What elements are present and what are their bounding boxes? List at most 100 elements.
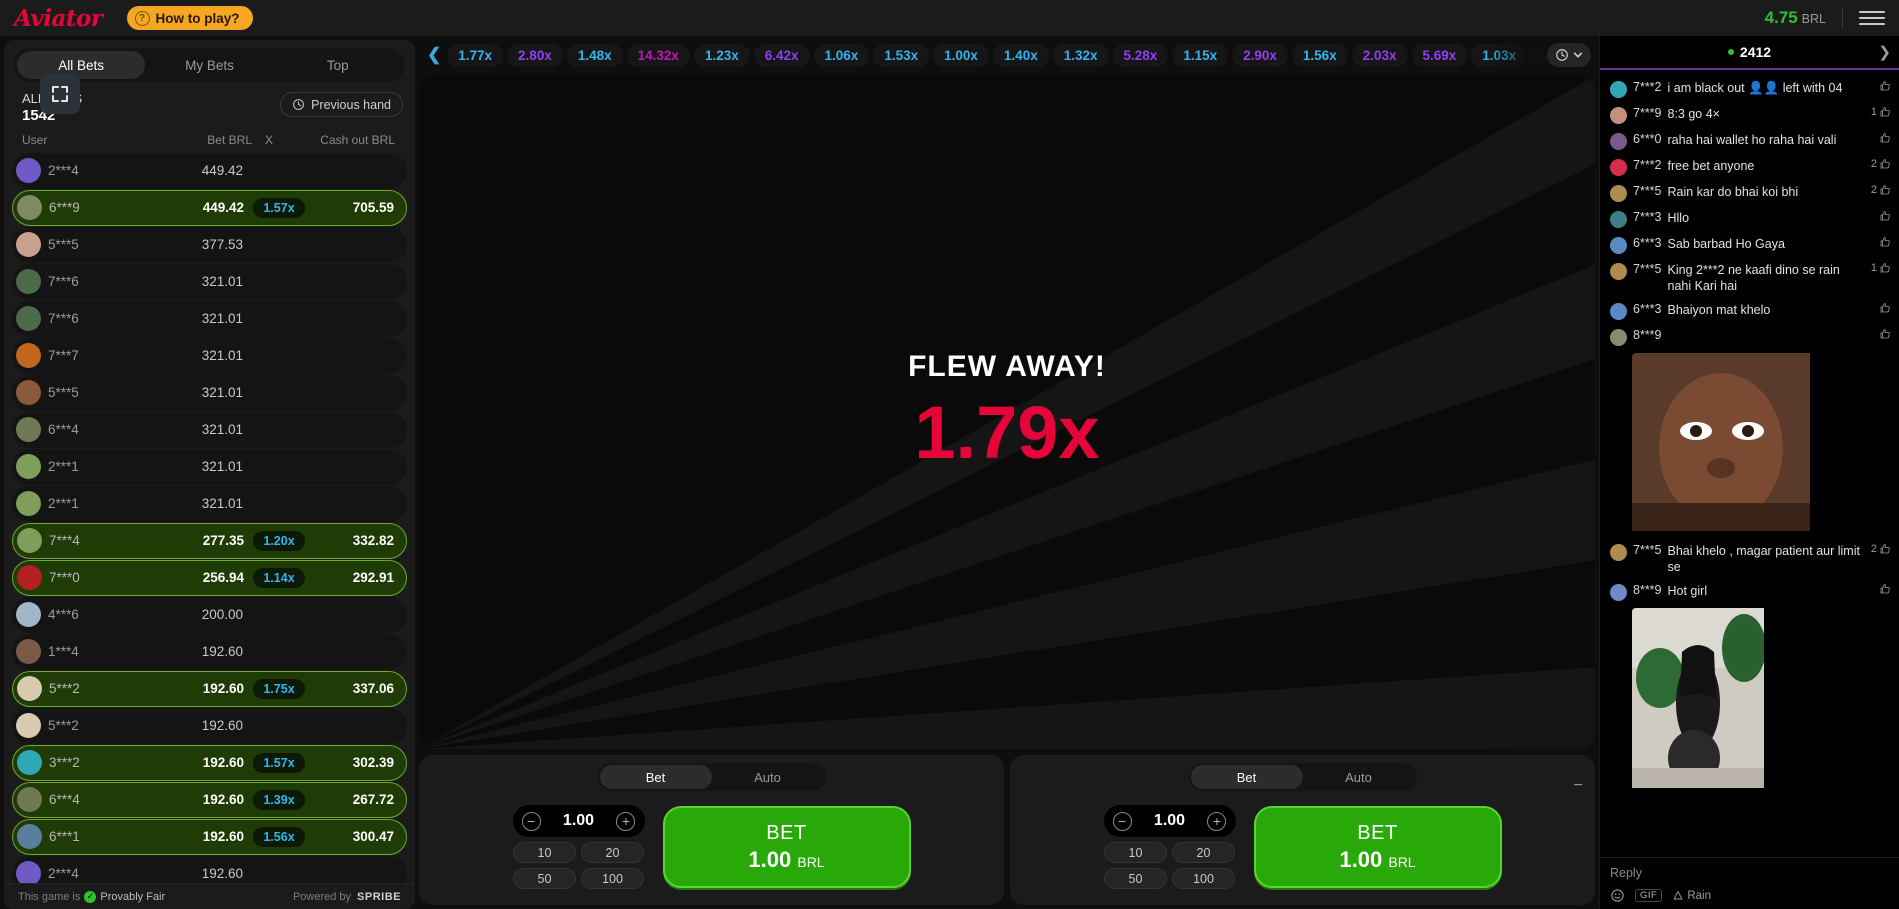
multiplier-pill[interactable]: 14.32x [626,43,690,67]
chevron-left-icon[interactable]: ❮ [427,45,441,65]
bet-panel-2-tab-auto[interactable]: Auto [1303,765,1415,789]
bet-row[interactable]: 1***4 192.60 [12,634,407,670]
quick-amount-20[interactable]: 20 [1172,842,1235,863]
like-button[interactable]: 2 [1871,543,1891,555]
multiplier-pill[interactable]: 1.56x [1291,43,1348,67]
bet-panel-2-body: − 1.00 + 10 20 50 100 BET 1.00 BRL [1103,805,1502,889]
multiplier-pill[interactable]: 5.28x [1112,43,1169,67]
minimize-icon[interactable]: − [1574,777,1583,795]
bet-row[interactable]: 2***1 321.01 [12,486,407,522]
quick-amount-20[interactable]: 20 [581,842,644,863]
provably-fair-link[interactable]: ✓ Provably Fair [84,890,165,903]
thumbs-up-icon [1880,159,1890,169]
chat-message: 6***3 Sab barbad Ho Gaya [1604,232,1895,258]
hamburger-icon[interactable] [1859,11,1885,25]
bet-row[interactable]: 7***6 321.01 [12,264,407,300]
plus-circle-icon[interactable]: + [616,811,636,831]
chat-message-line: 7***5 Bhai khelo , magar patient aur limi… [1604,539,1895,579]
bet-row[interactable]: 3***2 192.60 1.57x 302.39 [12,745,407,781]
bet-panel-1-tab-auto[interactable]: Auto [712,765,824,789]
bet-row[interactable]: 5***5 321.01 [12,375,407,411]
multiplier-pill[interactable]: 2.03x [1351,43,1408,67]
multiplier-pill[interactable]: 2.80x [507,43,563,67]
plus-circle-icon[interactable]: + [1207,811,1227,831]
bet-row[interactable]: 2***4 192.60 [12,856,407,883]
bet-row-amount: 321.01 [201,422,243,438]
minus-circle-icon[interactable]: − [521,811,541,831]
multiplier-pill[interactable]: 1.00x [933,43,989,67]
bet-row[interactable]: 2***1 321.01 [12,449,407,485]
quick-amount-10[interactable]: 10 [1104,842,1167,863]
previous-hand-button[interactable]: Previous hand [280,92,403,117]
like-button[interactable] [1877,583,1891,595]
like-button[interactable] [1877,302,1891,314]
multiplier-pill[interactable]: 6.42x [753,43,810,67]
like-button[interactable]: 2 [1871,184,1891,196]
bet-row[interactable]: 7***6 321.01 [12,301,407,337]
like-button[interactable] [1877,80,1891,92]
quick-amount-100[interactable]: 100 [1172,868,1235,889]
bet-panel-2-bet-button[interactable]: BET 1.00 BRL [1253,806,1502,888]
minus-circle-icon[interactable]: − [1112,811,1132,831]
gif-button[interactable]: GIF [1635,889,1663,902]
bet-panel-1-amount[interactable]: 1.00 [563,812,594,830]
tab-top[interactable]: Top [274,51,402,79]
how-to-play-button[interactable]: ? How to play? [126,6,253,30]
bet-row[interactable]: 2***4 449.42 [12,153,407,189]
like-button[interactable] [1877,328,1891,340]
like-button[interactable]: 1 [1871,106,1891,118]
multiplier-pill[interactable]: 1.77x [447,43,504,67]
bet-row[interactable]: 7***7 321.01 [12,338,407,374]
bet-row[interactable]: 6***4 192.60 1.39x 267.72 [12,782,407,818]
chat-messages[interactable]: 7***2 i am black out 👤👤 left with 04 7***9… [1600,70,1899,857]
tab-all-bets[interactable]: All Bets [17,51,146,79]
bet-row[interactable]: 5***2 192.60 [12,708,407,744]
like-button[interactable]: 1 [1871,262,1891,274]
multiplier-pill[interactable]: 5.69x [1411,43,1468,67]
multiplier-pill[interactable]: 1.48x [566,43,623,67]
chat-message-text: i am black out 👤👤 left with 04 [1667,81,1843,95]
bet-row[interactable]: 7***0 256.94 1.14x 292.91 [12,560,407,596]
bet-row-user: 7***4 [49,533,80,549]
avatar [1610,107,1627,124]
bet-row[interactable]: 6***4 321.01 [12,412,407,448]
tab-my-bets[interactable]: My Bets [145,51,273,79]
bet-row[interactable]: 5***2 192.60 1.75x 337.06 [12,671,407,707]
multiplier-pill[interactable]: 1.23x [693,43,750,67]
bet-panel-2-amount[interactable]: 1.00 [1154,812,1185,830]
chat-message-line: 7***3 Hllo [1604,206,1895,232]
quick-amount-50[interactable]: 50 [513,868,576,889]
avatar [1610,81,1627,98]
reply-label[interactable]: Reply [1610,866,1889,880]
bet-row[interactable]: 6***1 192.60 1.56x 300.47 [12,819,407,855]
like-button[interactable] [1877,210,1891,222]
bets-list[interactable]: 2***4 449.42 6***9 449.42 1.57x 705.59 5***5 37… [4,153,415,883]
bet-panel-1-bet-button[interactable]: BET 1.00 BRL [662,806,911,888]
smiley-icon[interactable] [1610,888,1625,903]
rain-button[interactable]: Rain [1672,890,1711,902]
like-button[interactable] [1877,132,1891,144]
quick-amount-100[interactable]: 100 [581,868,644,889]
chat-message-image[interactable] [1632,608,1895,793]
bet-row[interactable]: 7***4 277.35 1.20x 332.82 [12,523,407,559]
multiplier-pill[interactable]: 1.40x [992,43,1049,67]
bet-row[interactable]: 5***5 377.53 [12,227,407,263]
like-button[interactable]: 2 [1871,158,1891,170]
bet-panel-1-tab-bet[interactable]: Bet [599,765,712,789]
multiplier-pill[interactable]: 1.15x [1172,43,1229,67]
bet-row[interactable]: 6***9 449.42 1.57x 705.59 [12,190,407,226]
quick-amount-50[interactable]: 50 [1104,868,1167,889]
chat-message-image[interactable] [1632,353,1895,536]
like-button[interactable] [1877,236,1891,248]
multiplier-pill[interactable]: 1.53x [873,43,930,67]
multiplier-pill[interactable]: 1.06x [813,43,870,67]
bet-row[interactable]: 4***6 200.00 [12,597,407,633]
multiplier-pill[interactable]: 1.32x [1052,43,1109,67]
bet-row-multiplier [252,457,304,477]
collapse-icon[interactable] [40,74,80,114]
chevron-right-icon[interactable]: ❯ [1878,43,1891,61]
history-toggle-button[interactable] [1547,43,1591,67]
bet-panel-2-tab-bet[interactable]: Bet [1190,765,1303,789]
multiplier-pill[interactable]: 2.90x [1232,43,1288,67]
quick-amount-10[interactable]: 10 [513,842,576,863]
